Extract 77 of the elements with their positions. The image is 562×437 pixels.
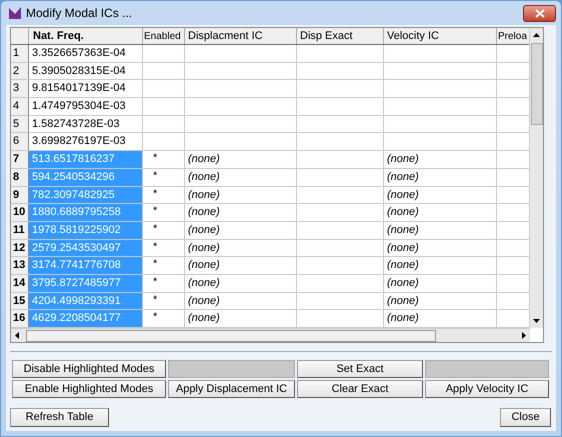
scroll-thumb[interactable] — [530, 43, 543, 125]
table-cell: * — [153, 170, 158, 182]
table-cell: (none) — [387, 188, 419, 200]
close-button[interactable] — [523, 4, 556, 22]
table-cell: (none) — [188, 242, 220, 254]
row-header[interactable]: 6 — [11, 133, 29, 150]
row-header[interactable]: 16 — [11, 310, 29, 327]
row-header[interactable]: 9 — [11, 186, 29, 204]
action-button[interactable]: Disable Highlighted Modes — [12, 360, 166, 378]
table-cell: * — [153, 311, 158, 324]
close-icon — [534, 8, 544, 18]
table-cell: (none) — [387, 259, 419, 272]
action-button[interactable]: Set Exact — [297, 360, 423, 378]
table-cell: (none) — [188, 206, 220, 218]
table-cell: (none) — [387, 206, 419, 218]
table-cell: (none) — [387, 242, 419, 254]
scroll-down-icon — [533, 319, 540, 323]
table-cell: (none) — [387, 224, 419, 236]
window-title: Modify Modal ICs ... — [26, 5, 132, 22]
row-header[interactable]: 1 — [11, 45, 29, 62]
table-cell: (none) — [188, 276, 220, 289]
table-cell[interactable]: 1.4749795304E-03 — [29, 98, 143, 115]
table-cell: (none) — [188, 259, 220, 272]
column-header[interactable]: Velocity IC — [384, 28, 497, 44]
scroll-right-icon — [522, 332, 526, 339]
vertical-scrollbar[interactable] — [529, 28, 543, 328]
row-header[interactable]: 2 — [11, 62, 29, 80]
refresh-button[interactable]: Refresh Table — [10, 408, 109, 427]
row-header[interactable]: 10 — [11, 204, 29, 221]
horizontal-scrollbar[interactable] — [11, 328, 530, 342]
table-cell: (none) — [188, 188, 220, 200]
table-cell: (none) — [188, 294, 220, 307]
table-cell: (none) — [188, 312, 220, 324]
row-header[interactable]: 3 — [11, 80, 29, 98]
table-cell: * — [153, 222, 158, 235]
action-button[interactable]: Apply Velocity IC — [425, 380, 549, 398]
table-cell[interactable]: 9.8154017139E-04 — [29, 80, 143, 98]
table-cell: * — [153, 188, 158, 200]
table-cell: (none) — [188, 224, 220, 236]
row-header[interactable]: 8 — [11, 168, 29, 186]
row-header[interactable]: 15 — [11, 292, 29, 310]
table-cell: (none) — [387, 294, 419, 307]
table-cell: * — [153, 294, 158, 306]
row-header[interactable]: 11 — [11, 222, 29, 239]
table-cell[interactable]: 1.582743728E-03 — [29, 116, 143, 132]
column-header[interactable]: Enabled — [143, 28, 185, 44]
table-cell[interactable]: 3.3526657363E-04 — [29, 45, 143, 62]
scroll-left-icon — [15, 332, 19, 339]
scroll-thumb[interactable] — [26, 330, 436, 342]
row-header[interactable]: 12 — [11, 240, 29, 256]
table-cell: (none) — [387, 153, 419, 166]
table-cell[interactable]: 3.6998276197E-03 — [29, 133, 143, 150]
table-cell: (none) — [387, 312, 419, 324]
table-cell: (none) — [188, 170, 220, 183]
table-cell: (none) — [387, 170, 419, 183]
row-header[interactable]: 13 — [11, 257, 29, 274]
row-header[interactable]: 7 — [11, 151, 29, 168]
table-cell: * — [153, 240, 158, 253]
action-button[interactable]: Apply Displacement IC — [168, 380, 295, 398]
table-cell: * — [153, 258, 158, 270]
column-header[interactable]: Nat. Freq. — [29, 28, 143, 44]
action-button[interactable]: Enable Highlighted Modes — [12, 380, 166, 398]
table-cell[interactable]: 5.3905028315E-04 — [29, 62, 143, 80]
row-header[interactable]: 5 — [11, 116, 29, 132]
app-icon — [8, 6, 22, 20]
table-cell: * — [153, 205, 158, 218]
table-cell: * — [153, 276, 158, 288]
table-cell: (none) — [188, 153, 220, 166]
table-cell: (none) — [387, 276, 419, 289]
table-cell: * — [153, 152, 158, 164]
action-button[interactable]: Clear Exact — [297, 380, 423, 398]
row-header[interactable]: 4 — [11, 98, 29, 115]
close-dialog-button[interactable]: Close — [500, 408, 551, 427]
row-header[interactable]: 14 — [11, 274, 29, 292]
column-header[interactable]: Disp Exact — [297, 28, 384, 44]
scroll-up-icon — [533, 33, 540, 37]
column-header[interactable]: Displacment IC — [185, 28, 297, 44]
